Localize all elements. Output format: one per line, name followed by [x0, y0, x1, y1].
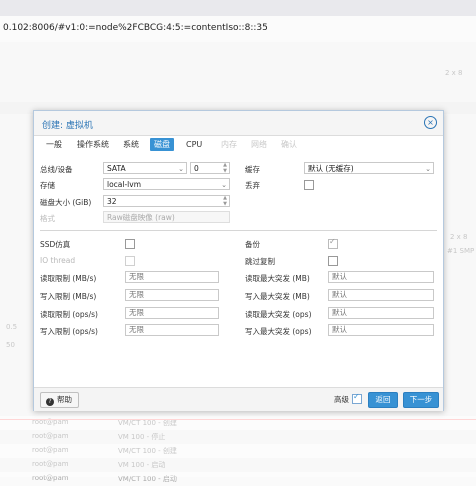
chevron-down-icon: ⌄ [221, 181, 227, 189]
url-text[interactable]: 0.102:8006/#v1:0:=node%2FCBCG:4:5:=conte… [3, 23, 268, 33]
write-limit-mbs-input[interactable] [125, 289, 219, 301]
tab-os[interactable]: 操作系统 [73, 138, 113, 151]
ssd-emulation-checkbox[interactable] [125, 239, 135, 249]
read-limit-ops-label: 读取限制 (ops/s) [40, 310, 98, 319]
tab-network[interactable]: 网络 [247, 138, 271, 151]
write-burst-mb-label: 写入最大突发 (MB) [245, 292, 310, 301]
read-burst-ops-input[interactable] [328, 307, 434, 319]
format-label: 格式 [40, 214, 55, 223]
tab-general[interactable]: 一般 [42, 138, 66, 151]
ssd-emulation-label: SSD仿真 [40, 240, 71, 249]
write-limit-ops-label: 写入限制 (ops/s) [40, 327, 98, 336]
discard-checkbox[interactable] [304, 180, 314, 190]
bus-index-stepper[interactable]: 0 ▲ ▼ [190, 162, 230, 174]
close-icon[interactable]: × [424, 116, 437, 129]
write-limit-mbs-label: 写入限制 (MB/s) [40, 292, 97, 301]
dialog-title: 创建: 虚拟机 [42, 121, 93, 131]
back-button[interactable]: 返回 [368, 392, 398, 408]
cache-select[interactable]: 默认 (无缓存) ⌄ [304, 162, 434, 174]
tab-disks[interactable]: 磁盘 [150, 138, 174, 151]
iothread-checkbox[interactable] [125, 256, 135, 266]
write-limit-ops-input[interactable] [125, 324, 219, 336]
skip-replication-checkbox[interactable] [328, 256, 338, 266]
create-vm-dialog: 创建: 虚拟机 × 一般 操作系统 系统 磁盘 CPU 内存 网络 确认 总线/… [33, 110, 444, 411]
advanced-checkbox[interactable] [352, 392, 362, 404]
write-burst-ops-input[interactable] [328, 324, 434, 336]
discard-label: 丢弃 [245, 181, 260, 190]
wizard-tabs: 一般 操作系统 系统 磁盘 CPU 内存 网络 确认 [34, 136, 443, 152]
advanced-label: 高级 [334, 395, 349, 404]
section-divider [40, 230, 437, 231]
help-button[interactable]: ? 帮助 [40, 392, 79, 408]
disk-size-stepper[interactable]: 32 ▲ ▼ [103, 195, 230, 207]
bus-select[interactable]: SATA ⌄ [103, 162, 187, 174]
read-limit-ops-input[interactable] [125, 307, 219, 319]
bus-device-label: 总线/设备 [40, 165, 73, 174]
disk-size-label: 磁盘大小 (GiB) [40, 198, 92, 207]
read-limit-mbs-label: 读取限制 (MB/s) [40, 274, 97, 283]
question-icon: ? [46, 398, 54, 406]
dialog-footer: ?帮助 高级 返回 下一步 [34, 387, 443, 411]
tab-memory[interactable]: 内存 [217, 138, 241, 151]
read-limit-mbs-input[interactable] [125, 271, 219, 283]
iothread-label: IO thread [40, 256, 76, 265]
write-burst-ops-label: 写入最大突发 (ops) [245, 327, 312, 336]
storage-label: 存储 [40, 181, 55, 190]
backup-checkbox[interactable] [328, 237, 338, 249]
read-burst-ops-label: 读取最大突发 (ops) [245, 310, 312, 319]
format-select[interactable]: Raw磁盘映像 (raw) [103, 211, 230, 223]
read-burst-mb-input[interactable] [328, 271, 434, 283]
tab-cpu[interactable]: CPU [182, 138, 206, 151]
next-button[interactable]: 下一步 [403, 392, 439, 408]
cache-label: 缓存 [245, 165, 260, 174]
backup-label: 备份 [245, 240, 260, 249]
tab-confirm[interactable]: 确认 [277, 138, 301, 151]
skip-replication-label: 跳过复制 [245, 257, 275, 266]
spinner-icon: ▲ ▼ [223, 162, 227, 174]
storage-select[interactable]: local-lvm ⌄ [103, 178, 230, 190]
dialog-header: 创建: 虚拟机 × [34, 111, 443, 136]
chevron-down-icon: ⌄ [178, 165, 184, 173]
browser-tab-strip [0, 0, 476, 16]
read-burst-mb-label: 读取最大突发 (MB) [245, 274, 310, 283]
spinner-icon: ▲ ▼ [223, 195, 227, 207]
address-bar[interactable]: 0.102:8006/#v1:0:=node%2FCBCG:4:5:=conte… [0, 16, 476, 43]
tab-system[interactable]: 系统 [119, 138, 143, 151]
chevron-down-icon: ⌄ [425, 165, 431, 173]
write-burst-mb-input[interactable] [328, 289, 434, 301]
